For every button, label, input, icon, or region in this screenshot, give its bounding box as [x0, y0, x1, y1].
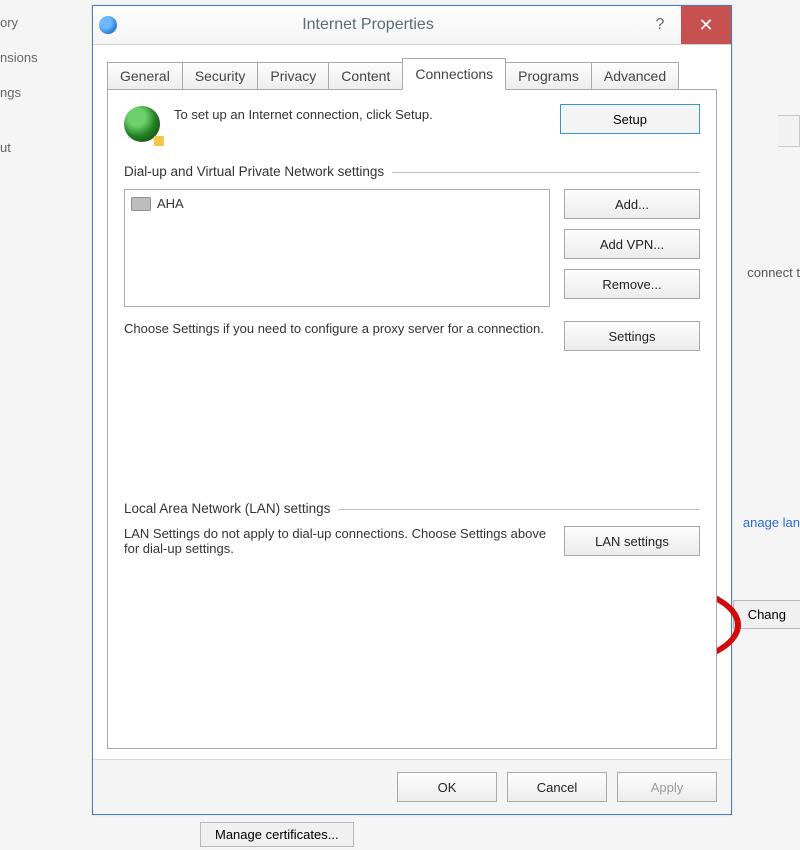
lan-group-header: Local Area Network (LAN) settings — [124, 501, 700, 516]
help-button[interactable]: ? — [639, 6, 681, 44]
dialup-group-header: Dial-up and Virtual Private Network sett… — [124, 164, 700, 179]
list-item[interactable]: AHA — [129, 194, 545, 213]
tab-security[interactable]: Security — [182, 62, 259, 90]
setup-button[interactable]: Setup — [560, 104, 700, 134]
bg-item: nsions — [0, 40, 95, 75]
proxy-description: Choose Settings if you need to configure… — [124, 321, 550, 336]
titlebar: Internet Properties ? ✕ — [93, 6, 731, 45]
lan-settings-button[interactable]: LAN settings — [564, 526, 700, 556]
connections-panel: To set up an Internet connection, click … — [107, 89, 717, 749]
internet-options-icon — [99, 16, 117, 34]
bg-link[interactable]: anage lan — [743, 515, 800, 530]
tab-general[interactable]: General — [107, 62, 183, 90]
globe-icon — [124, 106, 160, 142]
dialup-group-label: Dial-up and Virtual Private Network sett… — [124, 164, 384, 179]
tab-advanced[interactable]: Advanced — [591, 62, 679, 90]
ok-button[interactable]: OK — [397, 772, 497, 802]
add-button[interactable]: Add... — [564, 189, 700, 219]
lan-description: LAN Settings do not apply to dial-up con… — [124, 526, 550, 556]
background-sidebar: ory nsions ngs ut — [0, 5, 95, 165]
close-button[interactable]: ✕ — [681, 6, 731, 44]
bg-text: connect t — [747, 265, 800, 280]
connections-listbox[interactable]: AHA — [124, 189, 550, 307]
add-vpn-button[interactable]: Add VPN... — [564, 229, 700, 259]
tab-content[interactable]: Content — [328, 62, 403, 90]
bg-item: ut — [0, 130, 95, 165]
bg-change-button[interactable]: Chang — [733, 600, 800, 629]
lan-group-label: Local Area Network (LAN) settings — [124, 501, 330, 516]
list-item-label: AHA — [157, 196, 184, 211]
modem-icon — [131, 197, 151, 211]
apply-button[interactable]: Apply — [617, 772, 717, 802]
window-title: Internet Properties — [127, 16, 639, 34]
internet-properties-dialog: Internet Properties ? ✕ General Security… — [92, 5, 732, 815]
dialog-content: General Security Privacy Content Connect… — [93, 45, 731, 759]
settings-button[interactable]: Settings — [564, 321, 700, 351]
setup-description: To set up an Internet connection, click … — [174, 104, 546, 124]
tab-privacy[interactable]: Privacy — [257, 62, 329, 90]
dialog-footer: OK Cancel Apply — [93, 759, 731, 814]
tab-strip: General Security Privacy Content Connect… — [107, 57, 717, 89]
remove-button[interactable]: Remove... — [564, 269, 700, 299]
manage-certificates-button[interactable]: Manage certificates... — [200, 822, 354, 847]
bg-item: ngs — [0, 75, 95, 110]
cancel-button[interactable]: Cancel — [507, 772, 607, 802]
tab-programs[interactable]: Programs — [505, 62, 592, 90]
tab-connections[interactable]: Connections — [402, 58, 506, 90]
bg-item: ory — [0, 5, 95, 40]
